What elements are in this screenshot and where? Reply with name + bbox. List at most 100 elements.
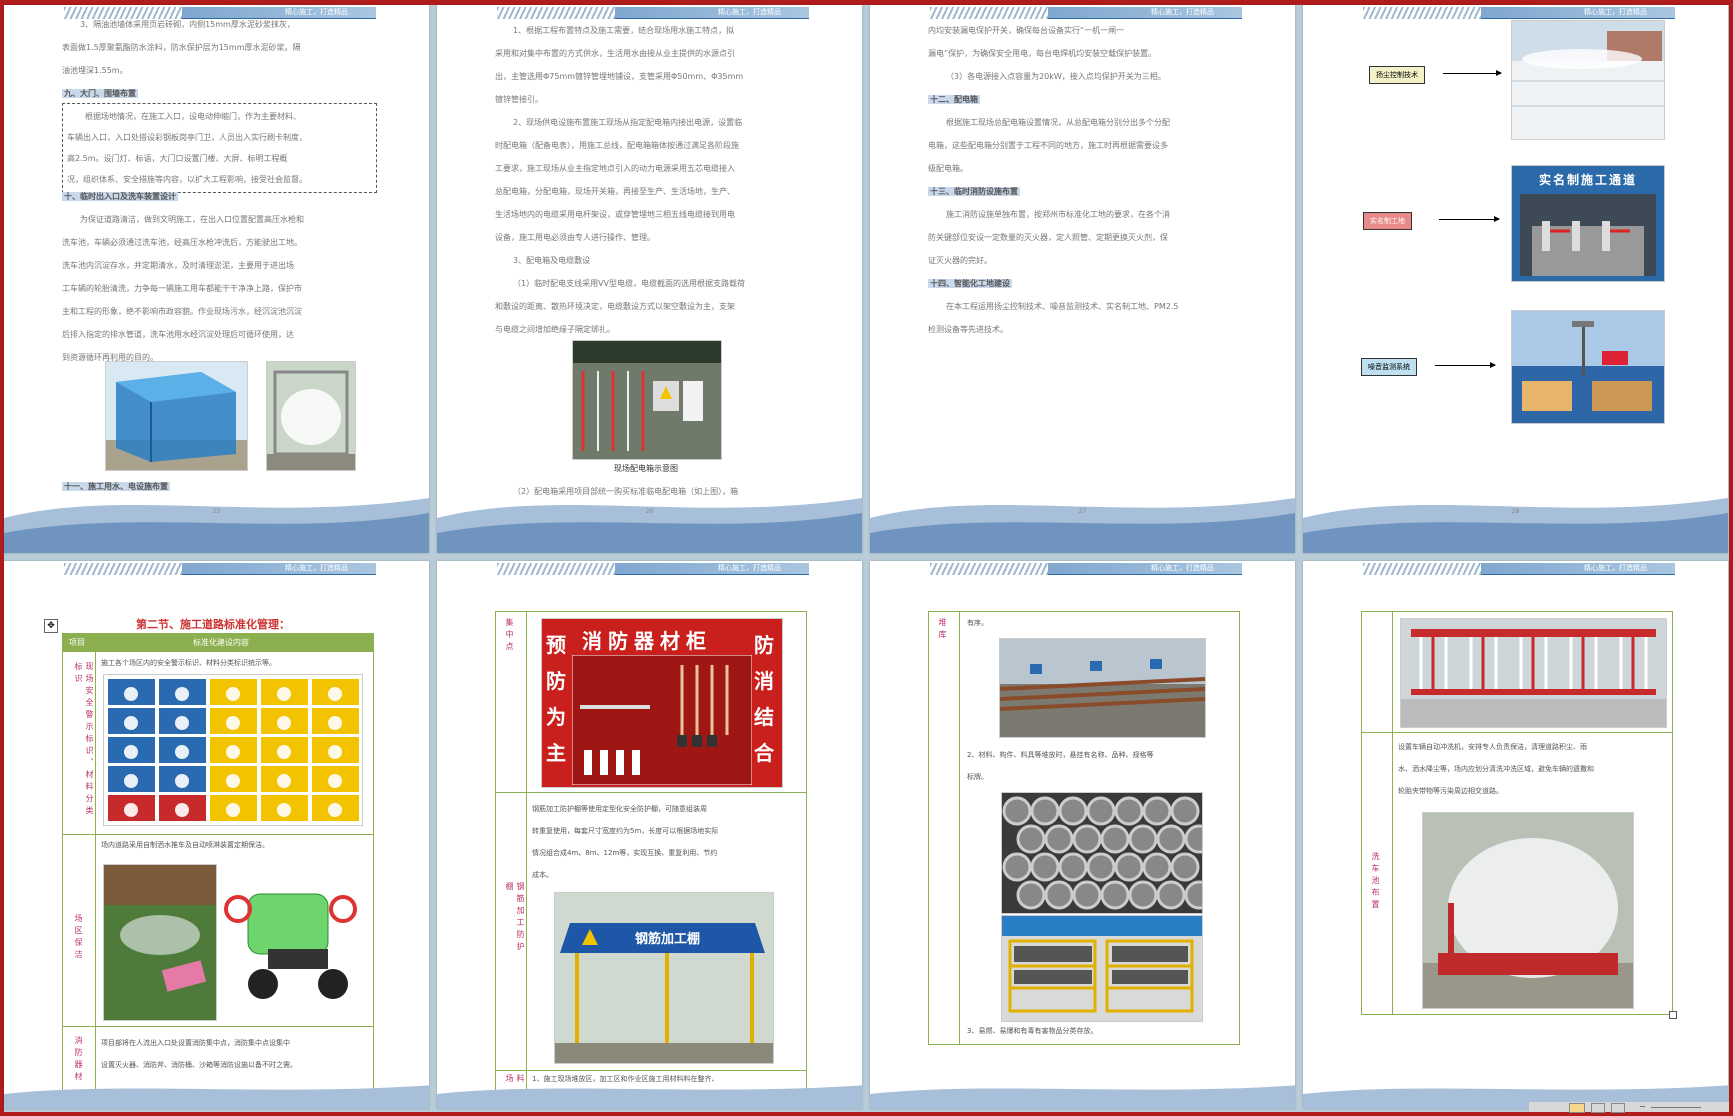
photo-fire-cabinet: 消防器材柜 预防为主 防消结合 [541,618,783,788]
page-header: 精心施工，打造精品 [497,563,809,575]
zoom-out-icon[interactable]: − [1639,1102,1646,1111]
pipe-end [1170,796,1200,826]
view-layout-icon[interactable] [1569,1103,1585,1113]
pipe-end [1002,852,1032,882]
table-move-handle[interactable]: ✥ [44,619,58,633]
text-line: 镀锌管接引。 [495,95,543,104]
page-footer-wave [437,498,862,553]
label-real-name-site: 实名制工地 [1363,212,1412,230]
standardization-table: 设置车辆自动冲洗机，安排专人负责保洁，清理道路积尘、雨 水、洒水降尘等，场内应划… [1361,611,1673,1015]
label-dust-control: 扬尘控制技术 [1369,66,1425,84]
pipe-end [1170,852,1200,882]
section-heading: 九、大门、围墙布置 [62,89,138,98]
text-line: 2、现场供电设施布置施工现场从指定配电箱内接出电源，设置临 [513,118,743,127]
table-resize-handle[interactable] [1669,1011,1677,1019]
slogan-left: 预防为主 [546,633,566,765]
text-line: 级配电箱。 [928,164,968,173]
header-text: 精心施工，打造精品 [1151,564,1214,572]
view-web-icon[interactable] [1611,1103,1625,1113]
text-line: 施工消防设施单独布置，按郑州市标准化工地的要求，在各个消 [946,210,1170,219]
sign-symbol [175,745,189,759]
document-page-28[interactable]: 精心施工，打造精品 扬尘控制技术 实名制工地 实名制施工通道 噪音监测系统 28 [1303,5,1728,553]
document-page-30[interactable]: 精心施工，打造精品 集中点 消防器材柜 预防为主 防消结合 钢筋加工防护棚等使用… [437,561,862,1109]
document-page-31[interactable]: 精心施工，打造精品 堆库 有序。 2、材料、构件、料具等堆放时，悬挂有名称、品种… [870,561,1295,1109]
pipe-end [1114,852,1144,882]
page-header: 精心施工，打造精品 [1363,563,1675,575]
sign-symbol [328,716,342,730]
table-header-row: 项目 标准化建设内容 [63,634,373,652]
table-cell-text: 2、材料、构件、料具等堆放时，悬挂有名称、品种、规格等 标牌。 [967,744,1153,788]
document-page-26[interactable]: 精心施工，打造精品 1、根据工程布置特点及施工需要，结合现场用水施工特点，拟 采… [437,5,862,553]
text-line: 钢筋加工防护棚等使用定型化安全防护棚，可随意组装周 [532,805,707,813]
photo-rebar-shed: 钢筋加工棚 [554,892,774,1064]
photo-noise-monitor [1511,310,1665,424]
sign-symbol [226,716,240,730]
text-line: 工要求，施工现场从业主指定地点引入的动力电源采用五芯电缆接入 [495,164,735,173]
page-footer-wave [870,1085,1295,1109]
sign-symbol [226,745,240,759]
document-page-25[interactable]: 精心施工，打造精品 3、隔油池墙体采用页岩砖砌，内侧15mm厚水泥砂浆抹灰， 表… [4,5,429,553]
sign-symbol [124,745,138,759]
photo-steel-pipes [999,638,1206,738]
photo-distribution-box [572,340,722,460]
page-number: 25 [212,508,221,515]
text-line: 车辆出入口，入口处搭设彩钢板岗亭门卫，人员出入实行刷卡制度， [67,133,307,142]
document-page-32[interactable]: 精心施工，打造精品 设置车辆自动冲洗机，安排专人负责保洁，清理道路积尘、雨 水、… [1303,561,1728,1109]
table-row-label: 钢筋加工防护棚 [505,882,525,954]
text-block: 3、隔油池墙体采用页岩砖砌，内侧15mm厚水泥砂浆抹灰， 表面做1.5厚聚氨酯防… [62,13,382,105]
sign-symbol [277,716,291,730]
text-block: 十、临时出入口及洗车装置设计 为保证道路清洁，做到文明施工，在出入口位置配置高压… [62,185,382,369]
pipe-end [1016,824,1046,854]
pipe-end [1030,796,1060,826]
photo-sprinkler-lawn [103,864,217,1021]
pipe-end [1100,824,1130,854]
table-row-label: 堆库 [938,618,947,642]
text-line: 与电缆之间增加绝缘子隔定绑扎。 [495,325,615,334]
document-page-29[interactable]: 精心施工，打造精品 ✥ 第二节、施工道路标准化管理： 项目 标准化建设内容 现场… [4,561,429,1109]
text-line: 设置灭火器、消防斧、消防桶、沙箱等消防设施以备不时之需。 [101,1061,297,1069]
photo-dust-control [1511,20,1665,140]
zoom-slider[interactable] [1651,1107,1701,1108]
text-line: 工车辆的轮胎清洗，力争每一辆施工用车都能干干净净上路，保护市 [62,284,302,293]
page-footer-wave [1303,498,1728,553]
selected-text-block[interactable]: 根据场地情况，在施工入口，设电动伸缩门，作为主要材料、 车辆出入口，入口处搭设彩… [62,103,377,193]
sign-symbol [124,803,138,817]
arrow [1439,216,1500,222]
pipe-end [1030,852,1060,882]
pipe-end [1142,852,1172,882]
text-line: 油池埋深1.55m。 [62,66,128,75]
photo-spray-gate [266,361,356,471]
text-line: 防关键部位安设一定数量的灭火器，定人照管、定期更换灭火剂，保 [928,233,1168,242]
text-line: 生活场地内的电缆采用电杆架设，或穿管埋地三相五线电缆接到用电 [495,210,735,219]
safety-signs-grid [103,674,363,826]
text-line: 洗车池内沉淀存水，并定期清水，及时清理淤泥，主要用于进出场 [62,261,294,270]
view-print-icon[interactable] [1591,1103,1605,1113]
label-noise-monitoring: 噪音监测系统 [1361,358,1417,376]
standardization-table: 堆库 有序。 2、材料、构件、料具等堆放时，悬挂有名称、品种、规格等 标牌。 3… [928,611,1240,1045]
text-line: 水、洒水降尘等，场内应划分清洗冲洗区域，避免车辆的遗撒和 [1398,765,1594,773]
page-number: 28 [1511,508,1520,515]
photo-real-name-gate: 实名制施工通道 [1511,165,1665,282]
page-footer-wave [4,498,429,553]
section-heading: 十三、临时消防设施布置 [928,187,1020,196]
page-number: 27 [1078,508,1087,515]
table-row-label: 集中点 [505,618,514,654]
text-block: 1、根据工程布置特点及施工需要，结合现场用水施工特点，拟 采用和对集中布置的方式… [495,19,815,341]
page-header: 精心施工，打造精品 [1363,7,1675,19]
table-header-cell: 项目 [69,638,85,647]
header-text: 精心施工，打造精品 [1584,8,1647,16]
header-text: 精心施工，打造精品 [1151,8,1214,16]
arrow [1435,362,1496,368]
photo-wash-station [105,361,248,471]
sign-symbol [124,687,138,701]
pipe-end [1044,880,1074,910]
table-cell-text: 施工各个场区内的安全警示标识、材料分类标识统示等。 [101,659,276,667]
photo-pipe-stack [1001,792,1203,914]
arrow [1443,70,1502,76]
table-cell-text: 场内道路采用自制洒水推车及自动喷淋装置定期保洁。 [101,841,269,849]
photo-material-rack [1001,915,1203,1022]
text-line: 洗车池，车辆必须通过洗车池，经高压水枪冲洗后，方能驶出工地。 [62,238,302,247]
sign-symbol [124,774,138,788]
sign-symbol [175,716,189,730]
document-page-27[interactable]: 精心施工，打造精品 内均安装漏电保护开关，确保每台设备实行“一机一闸一 漏电”保… [870,5,1295,553]
